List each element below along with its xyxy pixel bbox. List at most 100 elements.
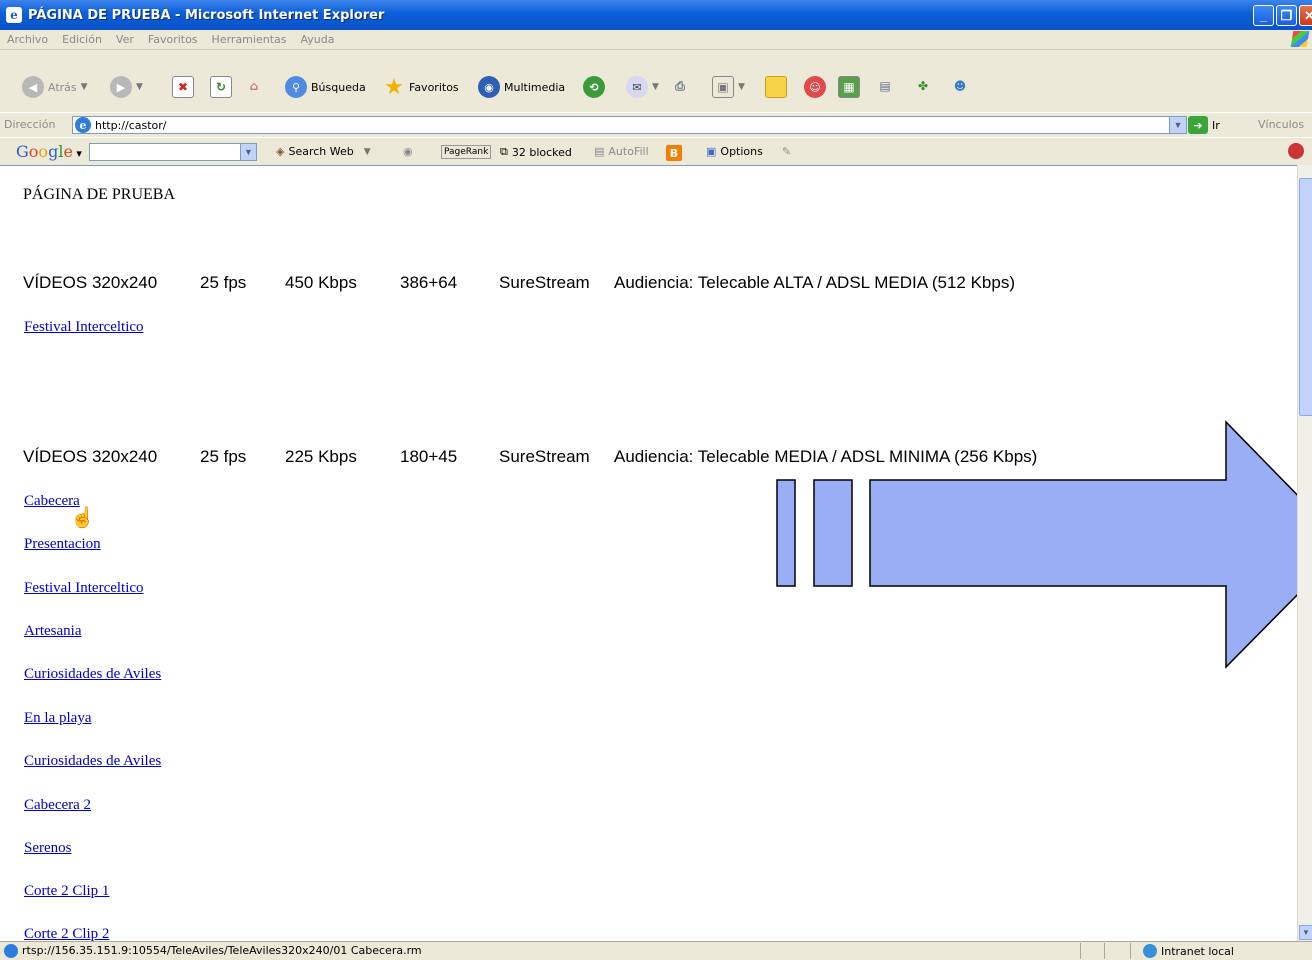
stop-icon: ✖ — [172, 76, 194, 98]
menu-edicion[interactable]: Edición — [55, 33, 109, 46]
video-link[interactable]: Festival Interceltico — [24, 580, 144, 597]
status-bar: rtsp://156.35.151.9:10554/TeleAviles/Tel… — [0, 941, 1312, 960]
history-button[interactable]: ⟲ — [583, 76, 605, 98]
windows-logo-icon — [1290, 31, 1310, 47]
messenger-icon: ☺ — [804, 76, 826, 98]
arrow-bar-1 — [776, 479, 796, 587]
chevron-down-icon[interactable]: ▼ — [652, 82, 659, 92]
options-button[interactable]: ▣ Options — [706, 145, 763, 158]
blogger-button[interactable]: B — [666, 145, 682, 161]
google-logo[interactable]: Google ▾ — [16, 142, 82, 161]
stop-button[interactable]: ✖ — [172, 76, 194, 98]
video-link[interactable]: Corte 2 Clip 1 — [24, 883, 109, 900]
mail-icon: ✉ — [626, 76, 648, 98]
favorites-button[interactable]: ★ Favoritos — [383, 75, 459, 100]
search-button[interactable]: ⚲ Búsqueda — [285, 76, 366, 98]
users-icon: ☻ — [953, 79, 967, 93]
page-heading: PÁGINA DE PRUEBA — [23, 186, 176, 203]
video-link[interactable]: Festival Interceltico — [24, 319, 144, 336]
spec-audio-video: 386+64 — [400, 273, 458, 292]
links-label[interactable]: Vínculos — [1258, 118, 1304, 131]
video-link[interactable]: Cabecera 2 — [24, 797, 91, 814]
spec-fps: 25 fps — [200, 273, 247, 292]
pagerank-indicator[interactable]: PageRank — [441, 145, 492, 159]
maximize-button[interactable]: ❐ — [1276, 5, 1297, 26]
search-web-button[interactable]: ◈ Search Web ▼ — [276, 145, 371, 158]
news-button[interactable]: ◉ — [403, 145, 413, 158]
mail-button[interactable]: ✉ ▼ — [626, 76, 659, 98]
video-link[interactable]: Artesania — [24, 623, 81, 640]
media-icon: ◉ — [478, 76, 500, 98]
video-link[interactable]: Presentacion — [24, 536, 101, 553]
autofill-button[interactable]: ▤ AutoFill — [594, 145, 649, 158]
status-divider — [1104, 943, 1105, 959]
print-icon: ⎙ — [675, 78, 685, 93]
autofill-icon: ▤ — [594, 145, 605, 158]
popup-blocker-icon: ⧉ — [500, 145, 508, 158]
chevron-down-icon[interactable]: ▼ — [1169, 117, 1186, 133]
home-icon: ⌂ — [249, 79, 259, 93]
status-divider — [1130, 943, 1131, 959]
chevron-down-icon[interactable]: ▼ — [240, 144, 256, 160]
addon-button-3[interactable]: ✤ — [913, 76, 933, 96]
translate-icon[interactable] — [1288, 143, 1304, 159]
hand-cursor-icon: ☝ — [70, 507, 95, 529]
chevron-down-icon[interactable]: ▼ — [364, 147, 371, 157]
address-url: http://castor/ — [95, 118, 167, 132]
vertical-scrollbar[interactable]: ▼ — [1297, 165, 1312, 941]
arrow-bar-2 — [813, 479, 853, 587]
back-button[interactable]: ◀ Atrás ▼ — [22, 76, 88, 98]
spec-format: VÍDEOS 320x240 — [23, 273, 158, 292]
menu-favoritos[interactable]: Favoritos — [141, 33, 205, 46]
addon-icon: ▦ — [838, 76, 860, 98]
minimize-button[interactable]: _ — [1253, 5, 1274, 26]
spec-codec: SureStream — [499, 447, 590, 466]
menu-bar: Archivo Edición Ver Favoritos Herramient… — [0, 30, 1312, 50]
spec-audio-video: 180+45 — [400, 447, 458, 466]
arrow-annotation-icon — [776, 420, 1312, 669]
addon-button-4[interactable]: ☻ — [950, 76, 970, 96]
search-icon: ⚲ — [285, 76, 307, 98]
print-button[interactable]: ⎙ — [670, 76, 690, 96]
forward-button[interactable]: ▶ ▼ — [110, 76, 143, 98]
scroll-down-arrow-icon[interactable]: ▼ — [1299, 925, 1312, 940]
intranet-icon — [1143, 944, 1157, 958]
google-toolbar: Google ▾ ▼ ◈ Search Web ▼ ◉ PageRank ⧉ 3… — [0, 137, 1312, 166]
chevron-down-icon[interactable]: ▼ — [136, 82, 143, 92]
video-link[interactable]: Curiosidades de Aviles — [24, 666, 161, 683]
news-icon: ◉ — [403, 145, 413, 158]
menu-archivo[interactable]: Archivo — [0, 33, 55, 46]
addon-button-2[interactable]: ▤ — [875, 76, 895, 96]
video-link[interactable]: Corte 2 Clip 2 — [24, 926, 109, 942]
go-button[interactable]: ➔ Ir — [1188, 116, 1220, 134]
chevron-down-icon[interactable]: ▼ — [738, 82, 745, 92]
menu-ayuda[interactable]: Ayuda — [293, 33, 341, 46]
messenger-button[interactable]: ☺ — [804, 76, 826, 98]
discuss-button[interactable] — [765, 76, 787, 98]
home-button[interactable]: ⌂ — [244, 76, 264, 96]
video-link[interactable]: Curiosidades de Aviles — [24, 753, 161, 770]
media-button[interactable]: ◉ Multimedia — [478, 76, 565, 98]
spec-format: VÍDEOS 320x240 — [23, 447, 158, 466]
scroll-thumb[interactable] — [1299, 178, 1312, 416]
edit-button[interactable]: ▣ ▼ — [712, 76, 745, 98]
blogger-icon: B — [666, 145, 682, 161]
binoculars-icon: ◈ — [276, 145, 285, 158]
forward-arrow-icon: ▶ — [110, 76, 132, 98]
title-bar: e PÁGINA DE PRUEBA - Microsoft Internet … — [0, 0, 1312, 30]
menu-ver[interactable]: Ver — [109, 33, 141, 46]
video-link[interactable]: Serenos — [24, 840, 72, 857]
menu-herramientas[interactable]: Herramientas — [205, 33, 294, 46]
refresh-button[interactable]: ↻ — [210, 76, 232, 98]
google-search-input[interactable]: ▼ — [89, 143, 257, 161]
addon-button-1[interactable]: ▦ — [838, 76, 860, 98]
close-button[interactable]: ✕ — [1299, 5, 1312, 26]
video-link[interactable]: En la playa — [24, 710, 91, 727]
pencil-icon: ✎ — [782, 145, 792, 158]
status-text: rtsp://156.35.151.9:10554/TeleAviles/Tel… — [22, 944, 422, 957]
highlight-button[interactable]: ✎ — [782, 145, 791, 158]
popup-blocker-button[interactable]: ⧉ 32 blocked — [500, 145, 572, 159]
address-input[interactable]: e http://castor/ ▼ — [72, 116, 1187, 134]
spec-fps: 25 fps — [200, 447, 247, 466]
chevron-down-icon[interactable]: ▼ — [81, 82, 88, 92]
